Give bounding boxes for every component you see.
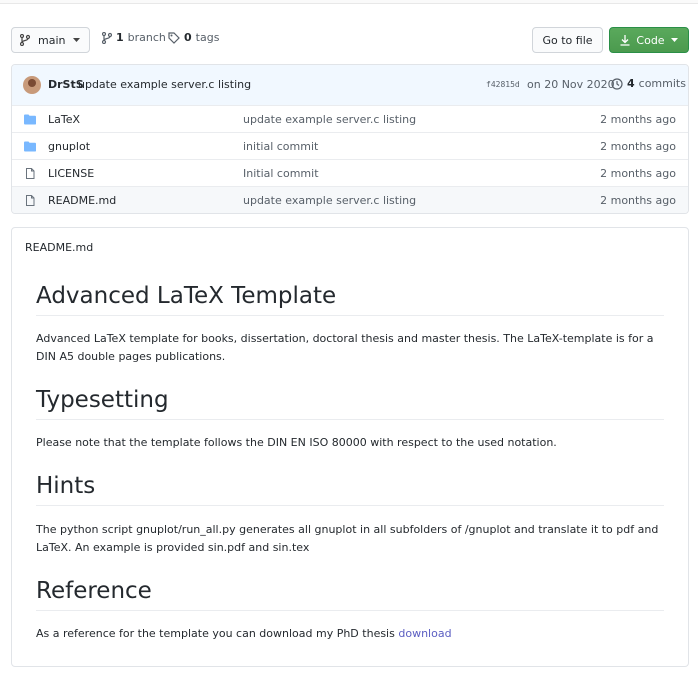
file-age: 2 months ago <box>600 167 676 180</box>
heading-typesetting: Typesetting <box>36 387 664 420</box>
commits-link[interactable]: 4 commits <box>611 77 686 90</box>
folder-icon <box>24 141 36 152</box>
download-icon <box>620 34 630 46</box>
file-age: 2 months ago <box>600 140 676 153</box>
file-row[interactable]: LaTeX update example server.c listing 2 … <box>12 105 688 133</box>
top-divider <box>0 0 698 4</box>
readme-panel: README.md Advanced LaTeX Template Advanc… <box>11 227 689 667</box>
file-commit-message[interactable]: Initial commit <box>243 167 319 180</box>
go-to-file-button[interactable]: Go to file <box>532 27 603 53</box>
reference-paragraph: As a reference for the template you can … <box>36 625 666 643</box>
file-row[interactable]: gnuplot initial commit 2 months ago <box>12 132 688 160</box>
git-branch-icon <box>102 31 112 44</box>
readme-intro: Advanced LaTeX template for books, disse… <box>36 332 654 363</box>
file-row[interactable]: README.md update example server.c listin… <box>12 186 688 213</box>
heading-hints: Hints <box>36 473 664 506</box>
heading-reference: Reference <box>36 578 664 611</box>
tags-count: 0 <box>184 31 192 44</box>
tags-link[interactable]: 0 tags <box>168 31 219 44</box>
reference-text: As a reference for the template you can … <box>36 627 399 640</box>
file-commit-message[interactable]: initial commit <box>243 140 318 153</box>
file-name[interactable]: LICENSE <box>48 167 94 180</box>
typesetting-text: Please note that the template follows th… <box>36 436 557 449</box>
branches-link[interactable]: 1 branch <box>102 31 166 44</box>
hints-text: The python script gnuplot/run_all.py gen… <box>36 523 659 554</box>
history-icon <box>611 77 623 90</box>
tag-icon <box>168 31 180 44</box>
commits-count: 4 <box>627 77 635 90</box>
file-icon <box>26 168 35 179</box>
git-branch-icon <box>20 34 30 46</box>
file-row[interactable]: LICENSE Initial commit 2 months ago <box>12 159 688 187</box>
branches-label: branch <box>127 31 166 44</box>
code-button-label: Code <box>636 33 665 47</box>
latest-commit-bar: DrStS update example server.c listing f4… <box>12 65 688 106</box>
commit-message[interactable]: update example server.c listing <box>78 78 251 91</box>
tags-label: tags <box>195 31 220 44</box>
readme-title: Advanced LaTeX Template <box>36 283 664 316</box>
file-age: 2 months ago <box>600 113 676 126</box>
folder-icon <box>24 114 36 125</box>
avatar[interactable] <box>23 76 41 94</box>
commits-label: commits <box>638 77 686 90</box>
code-button[interactable]: Code <box>609 27 689 53</box>
commit-sha[interactable]: f42815d <box>486 80 520 89</box>
file-commit-message[interactable]: update example server.c listing <box>243 113 416 126</box>
branch-select-button[interactable]: main <box>11 27 90 53</box>
readme-filename: README.md <box>25 241 94 254</box>
file-commit-message[interactable]: update example server.c listing <box>243 194 416 207</box>
commit-date: on 20 Nov 2020 <box>527 78 615 91</box>
file-list: DrStS update example server.c listing f4… <box>11 64 689 214</box>
file-age: 2 months ago <box>600 194 676 207</box>
download-link[interactable]: download <box>398 627 451 640</box>
caret-down-icon <box>670 37 678 42</box>
file-name[interactable]: LaTeX <box>48 113 80 126</box>
branches-count: 1 <box>116 31 124 44</box>
file-name[interactable]: gnuplot <box>48 140 90 153</box>
caret-down-icon <box>73 37 81 42</box>
file-name[interactable]: README.md <box>48 194 116 207</box>
branch-name: main <box>38 33 66 47</box>
file-icon <box>26 195 35 206</box>
